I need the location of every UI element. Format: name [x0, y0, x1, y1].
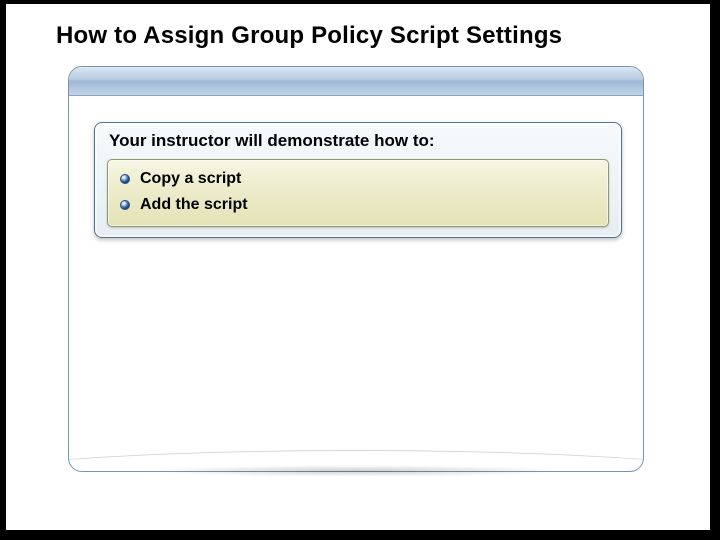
panel-body: Your instructor will demonstrate how to:… — [72, 98, 640, 468]
list-item: Add the script — [118, 192, 598, 218]
task-label: Add the script — [140, 196, 248, 214]
list-item: Copy a script — [118, 166, 598, 192]
slide: How to Assign Group Policy Script Settin… — [6, 4, 710, 530]
content-panel: Your instructor will demonstrate how to:… — [68, 66, 644, 472]
callout-heading: Your instructor will demonstrate how to: — [107, 131, 609, 157]
page-title: How to Assign Group Policy Script Settin… — [56, 22, 562, 50]
bullet-icon — [120, 174, 130, 184]
instructor-callout: Your instructor will demonstrate how to:… — [94, 122, 622, 238]
task-list: Copy a script Add the script — [107, 159, 609, 227]
task-label: Copy a script — [140, 170, 241, 188]
panel-bottom-edge — [69, 449, 643, 471]
bullet-icon — [120, 200, 130, 210]
panel-header-bar — [69, 67, 643, 96]
